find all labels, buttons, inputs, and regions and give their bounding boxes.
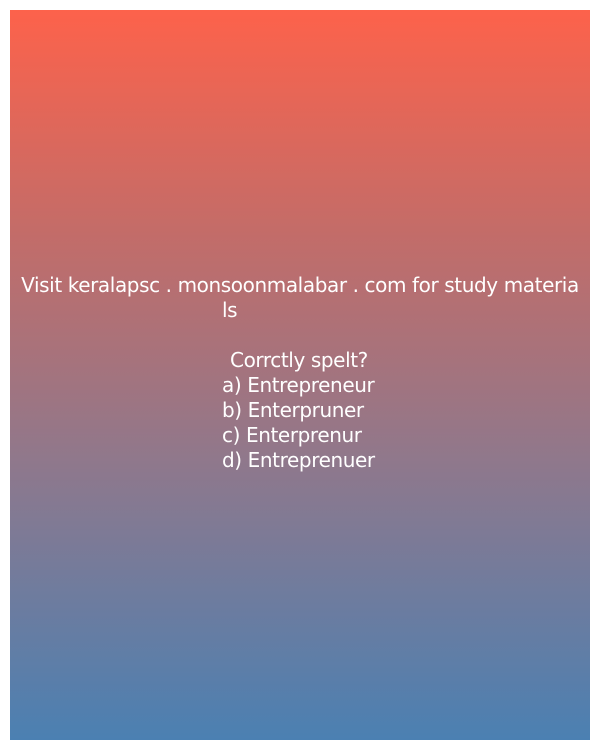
option-b: b) Enterpruner bbox=[222, 398, 364, 422]
option-d: d) Entreprenuer bbox=[222, 448, 375, 472]
question-text: Corrctly spelt? bbox=[230, 348, 368, 372]
option-c: c) Enterprenur bbox=[222, 423, 362, 447]
quiz-text-block: Visit keralapsc . monsoonmalabar . com f… bbox=[10, 273, 590, 473]
website-promo-line: Visit keralapsc . monsoonmalabar . com f… bbox=[21, 273, 579, 297]
website-promo-line-continued: ls bbox=[222, 298, 238, 322]
quiz-card: Visit keralapsc . monsoonmalabar . com f… bbox=[10, 10, 590, 740]
option-a: a) Entrepreneur bbox=[222, 373, 375, 397]
